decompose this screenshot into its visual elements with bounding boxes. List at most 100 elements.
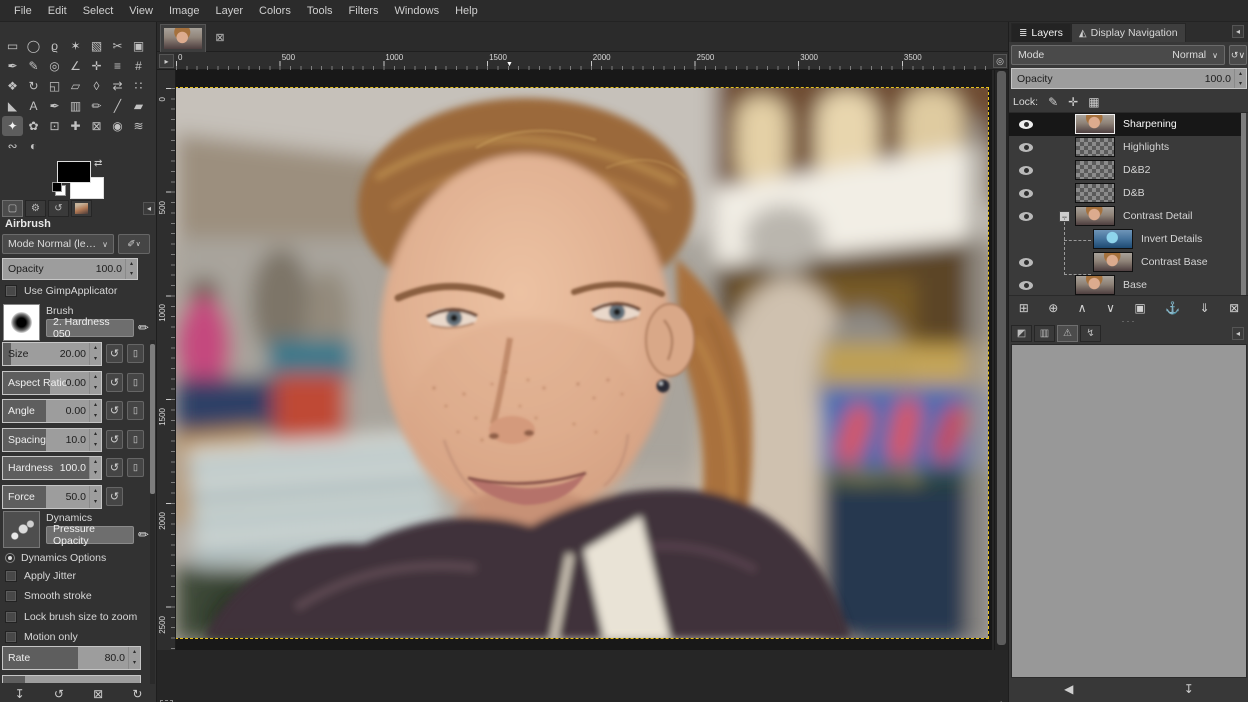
aspect-ratio-slider[interactable]: Aspect Ratio0.00▴▾	[2, 371, 102, 395]
smudge-tool-icon[interactable]: ∾	[2, 136, 23, 156]
aspect-ratio-spin-buttons[interactable]: ▴▾	[89, 372, 101, 394]
lower-layer-button[interactable]: ∨	[1106, 301, 1115, 315]
scale-tool-icon[interactable]: ◱	[44, 76, 65, 96]
handle-transform-tool-icon[interactable]: ∷	[128, 76, 149, 96]
paths-tool-icon[interactable]: ✒	[2, 56, 23, 76]
tab-device-status[interactable]: ⚙	[25, 200, 46, 217]
layer-row-sharpening[interactable]: Sharpening	[1009, 113, 1241, 136]
anchor-layer-button[interactable]: ⚓	[1165, 301, 1180, 315]
zoom-follow-window-button[interactable]: ◎	[993, 54, 1007, 68]
menu-edit[interactable]: Edit	[40, 0, 75, 22]
menu-file[interactable]: File	[6, 0, 40, 22]
angle-link-to-brush-button[interactable]: ▯	[127, 401, 144, 420]
lock-brush-size-to-zoom-checkbox[interactable]	[5, 611, 17, 623]
layer-list-scrollbar[interactable]	[1241, 113, 1246, 295]
layer-opacity-spin-buttons[interactable]: ▴▾	[1234, 69, 1246, 88]
size-spin-buttons[interactable]: ▴▾	[89, 343, 101, 365]
new-group-button[interactable]: ⊕	[1048, 301, 1058, 315]
tab-display-navigation[interactable]: ◭Display Navigation	[1071, 23, 1186, 42]
crop-tool-icon[interactable]: #	[128, 56, 149, 76]
dynamics-options-expander[interactable]	[5, 553, 15, 563]
fuzzy-select-tool-icon[interactable]: ✶	[65, 36, 86, 56]
use-gimpapplicator-checkbox[interactable]	[5, 285, 17, 297]
menu-colors[interactable]: Colors	[251, 0, 299, 22]
ink-tool-icon[interactable]: ✒	[44, 96, 65, 116]
perspective-clone-tool-icon[interactable]: ⊠	[86, 116, 107, 136]
spacing-link-to-brush-button[interactable]: ▯	[127, 430, 144, 449]
visibility-eye-icon[interactable]	[1019, 166, 1033, 175]
visibility-eye-icon[interactable]	[1019, 189, 1033, 198]
zoom-tool-icon[interactable]: ◎	[44, 56, 65, 76]
layer-row-contrast-base[interactable]: Contrast Base	[1009, 251, 1241, 274]
heal-tool-icon[interactable]: ✚	[65, 116, 86, 136]
foreground-select-tool-icon[interactable]: ▣	[128, 36, 149, 56]
layer-mode-select[interactable]: Mode Normal ∨	[1011, 45, 1225, 65]
menu-select[interactable]: Select	[75, 0, 122, 22]
dynamics-preview[interactable]	[3, 511, 40, 548]
menu-view[interactable]: View	[121, 0, 161, 22]
hardness-slider[interactable]: Hardness100.0▴▾	[2, 456, 102, 480]
lock-alpha-icon[interactable]: ▦	[1088, 95, 1099, 109]
perspective-tool-icon[interactable]: ◊	[86, 76, 107, 96]
flip-tool-icon[interactable]: ⇄	[107, 76, 128, 96]
lock-pixels-icon[interactable]: ✎	[1048, 95, 1058, 109]
brush-name-button[interactable]: 2. Hardness 050	[46, 319, 134, 337]
lock-position-icon[interactable]: ✛	[1068, 95, 1078, 109]
clear-errors-button[interactable]: ◀	[1064, 682, 1073, 696]
ruler-corner-menu-button[interactable]: ▸	[159, 54, 174, 68]
tab-undo-history[interactable]: ↺	[48, 200, 69, 217]
restore-tool-preset[interactable]: ↺	[49, 687, 69, 701]
new-layer-button[interactable]: ⊞	[1019, 301, 1029, 315]
layer-row-invert-details[interactable]: Invert Details	[1009, 228, 1241, 251]
paint-mode-select[interactable]: Mode Normal (le… ∨	[2, 234, 114, 254]
visibility-eye-icon[interactable]	[1019, 258, 1033, 267]
layer-row-base[interactable]: Base	[1009, 274, 1241, 297]
rate-slider[interactable]: Rate80.0▴▾	[2, 646, 141, 670]
aspect-ratio-reset-button[interactable]: ↺	[106, 373, 123, 392]
opacity-spin-buttons[interactable]: ▴▾	[125, 259, 137, 279]
menu-layer[interactable]: Layer	[208, 0, 252, 22]
bucket-fill-tool-icon[interactable]: ◣	[2, 96, 23, 116]
raise-layer-button[interactable]: ∧	[1078, 301, 1087, 315]
menu-filters[interactable]: Filters	[341, 0, 387, 22]
text-tool-icon[interactable]: A	[23, 96, 44, 116]
tab-histogram[interactable]: ◩	[1011, 325, 1032, 342]
default-colors-icon[interactable]	[55, 185, 66, 196]
menu-image[interactable]: Image	[161, 0, 208, 22]
foreground-color-swatch[interactable]	[57, 161, 91, 183]
hardness-spin-buttons[interactable]: ▴▾	[89, 457, 101, 479]
shear-tool-icon[interactable]: ▱	[65, 76, 86, 96]
force-slider[interactable]: Force50.0▴▾	[2, 485, 102, 509]
delete-tool-preset[interactable]: ⊠	[88, 687, 108, 701]
dynamics-name-button[interactable]: Pressure Opacity	[46, 526, 134, 544]
reset-tool-options[interactable]: ↻	[127, 687, 147, 701]
free-select-tool-icon[interactable]: ϱ	[44, 36, 65, 56]
visibility-eye-icon[interactable]	[1019, 281, 1033, 290]
dock-menu-arrow-icon[interactable]: ◂	[1232, 25, 1244, 38]
menu-windows[interactable]: Windows	[386, 0, 447, 22]
dock-splitter-handle[interactable]: ···	[1009, 318, 1248, 324]
size-link-to-brush-button[interactable]: ▯	[127, 344, 144, 363]
rate-spin-buttons[interactable]: ▴▾	[128, 647, 140, 669]
dock-menu-arrow-icon[interactable]: ◂	[143, 202, 155, 215]
image-viewport[interactable]: engel	[176, 70, 992, 650]
tab-layers[interactable]: ≣Layers	[1011, 23, 1071, 42]
layer-opacity-slider[interactable]: Opacity100.0▴▾	[1011, 68, 1247, 89]
hardness-link-to-brush-button[interactable]: ▯	[127, 458, 144, 477]
flow-slider-partial[interactable]	[2, 675, 141, 683]
tab-error-console[interactable]: ⚠	[1057, 325, 1078, 342]
blur-sharpen-tool-icon[interactable]: ◉	[107, 116, 128, 136]
brush-preview[interactable]	[3, 304, 40, 341]
layer-row-highlights[interactable]: Highlights	[1009, 136, 1241, 159]
align-tool-icon[interactable]: ≡	[107, 56, 128, 76]
spacing-reset-button[interactable]: ↺	[106, 430, 123, 449]
aspect-ratio-link-to-brush-button[interactable]: ▯	[127, 373, 144, 392]
size-reset-button[interactable]: ↺	[106, 344, 123, 363]
ellipse-select-tool-icon[interactable]: ◯	[23, 36, 44, 56]
delete-layer-button[interactable]: ⊠	[1229, 301, 1239, 315]
visibility-eye-icon[interactable]	[1019, 120, 1033, 129]
move-tool-icon[interactable]: ✛	[86, 56, 107, 76]
mode-group-switch-button[interactable]: ↺∨	[1229, 45, 1247, 65]
tab-images[interactable]	[71, 200, 92, 217]
angle-slider[interactable]: Angle0.00▴▾	[2, 399, 102, 423]
